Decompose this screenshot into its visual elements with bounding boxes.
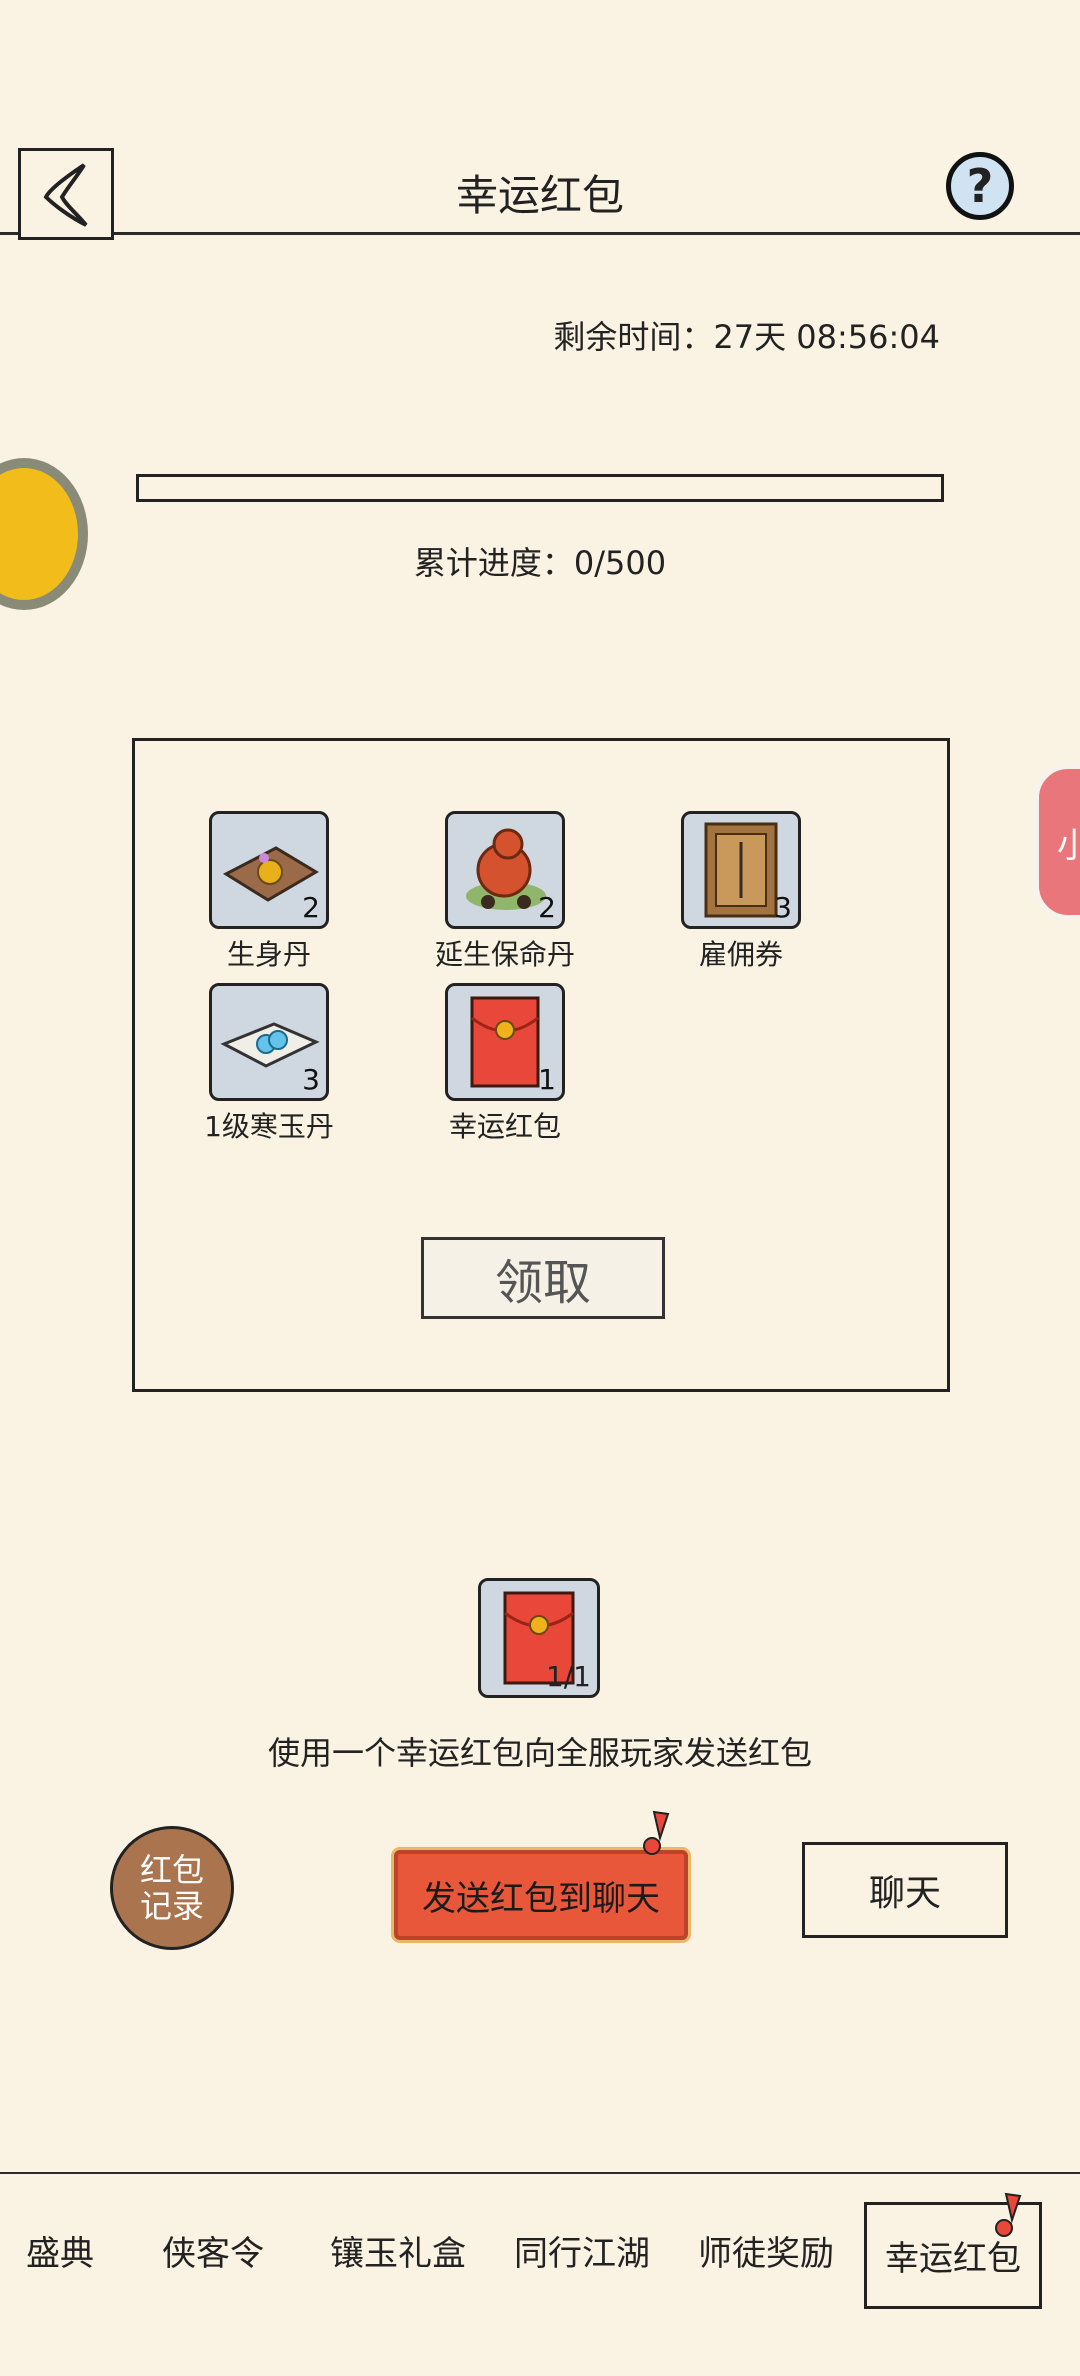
reward-item[interactable]: 2 延生保命丹 — [425, 811, 585, 973]
gourd-pills-icon: 2 — [445, 811, 565, 929]
page-title: 幸运红包 — [455, 171, 624, 220]
floating-side-tab[interactable]: 小 — [1034, 764, 1080, 920]
reward-item[interactable]: 2 生身丹 — [189, 811, 349, 973]
help-button[interactable]: ? — [946, 152, 1014, 220]
red-envelope-count: 1/1 — [545, 1660, 591, 1693]
item-label: 生身丹 — [226, 938, 311, 971]
tab-xiakeling[interactable]: 侠客令 — [162, 2226, 264, 2275]
send-red-envelope-button[interactable]: 发送红包到聊天 — [394, 1850, 688, 1940]
alert-icon — [640, 1810, 674, 1856]
item-count: 3 — [774, 891, 792, 924]
item-count: 3 — [302, 1063, 320, 1096]
reward-panel: 2 生身丹 2 延生保命丹 3 雇佣券 3 1级寒玉丹 1 幸运红包 领取 — [132, 738, 950, 1392]
reward-item[interactable]: 3 1级寒玉丹 — [189, 983, 349, 1145]
pill-on-cloth-icon: 2 — [209, 811, 329, 929]
tab-shitu-jiangli[interactable]: 师徒奖励 — [698, 2226, 834, 2275]
item-label: 雇佣券 — [698, 938, 783, 971]
item-label: 幸运红包 — [448, 1110, 561, 1143]
bottom-divider-line — [0, 2172, 1080, 2174]
send-description: 使用一个幸运红包向全服玩家发送红包 — [267, 1734, 812, 1772]
remaining-time: 剩余时间：27天 08:56:04 — [553, 318, 940, 356]
record-label-line2: 记录 — [139, 1887, 204, 1925]
reward-item[interactable]: 1 幸运红包 — [425, 983, 585, 1145]
chat-button[interactable]: 聊天 — [802, 1842, 1008, 1938]
progress-label: 累计进度：0/500 — [413, 544, 667, 582]
question-mark-icon: ? — [966, 159, 994, 213]
reward-item[interactable]: 3 雇佣券 — [661, 811, 821, 973]
record-label-line1: 红包 — [139, 1851, 204, 1889]
header-underline — [0, 232, 1080, 235]
red-envelope-icon: 1 — [445, 983, 565, 1101]
red-envelope-record-button[interactable]: 红包 记录 — [110, 1826, 234, 1950]
item-label: 1级寒玉丹 — [204, 1110, 334, 1143]
tab-shengdian[interactable]: 盛典 — [26, 2226, 94, 2275]
item-count: 2 — [538, 891, 556, 924]
jade-pill-icon: 3 — [209, 983, 329, 1101]
item-count: 2 — [302, 891, 320, 924]
item-label: 延生保命丹 — [434, 938, 575, 971]
item-count: 1 — [538, 1063, 556, 1096]
progress-bar — [136, 474, 944, 502]
claim-button[interactable]: 领取 — [421, 1237, 665, 1319]
send-red-envelope-icon: 1/1 — [478, 1578, 600, 1698]
bottom-tab-bar: 盛典 侠客令 镶玉礼盒 同行江湖 师徒奖励 幸运红包 — [0, 2180, 1080, 2376]
hire-ticket-icon: 3 — [681, 811, 801, 929]
tab-alert-icon — [992, 2192, 1026, 2238]
tab-tongxing-jianghu[interactable]: 同行江湖 — [514, 2226, 650, 2275]
avatar[interactable] — [0, 458, 88, 610]
tab-xiangyu-lihe[interactable]: 镶玉礼盒 — [330, 2226, 466, 2275]
